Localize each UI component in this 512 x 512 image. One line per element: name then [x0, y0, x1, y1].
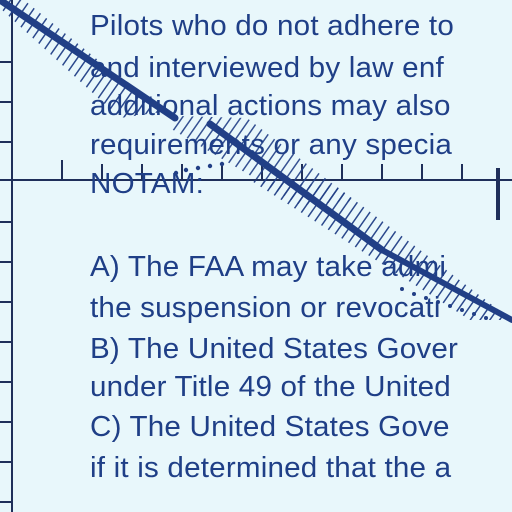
text-line-4: requirements or any specia — [90, 129, 453, 161]
text-line-1: Pilots who do not adhere to — [90, 10, 454, 42]
text-line-9: under Title 49 of the United — [90, 371, 451, 403]
text-line-3: additional actions may also — [90, 90, 451, 122]
text-line-6: A) The FAA may take admi — [90, 251, 447, 283]
text-line-10: C) The United States Gove — [90, 411, 450, 443]
text-line-5: NOTAM: — [90, 168, 205, 200]
text-line-8: B) The United States Gover — [90, 333, 459, 365]
tick-marks-left — [0, 61, 12, 503]
text-line-11: if it is determined that the a — [90, 452, 452, 484]
text-line-7: the suspension or revocati — [90, 292, 441, 324]
text-line-2: and interviewed by law enf — [90, 52, 444, 84]
